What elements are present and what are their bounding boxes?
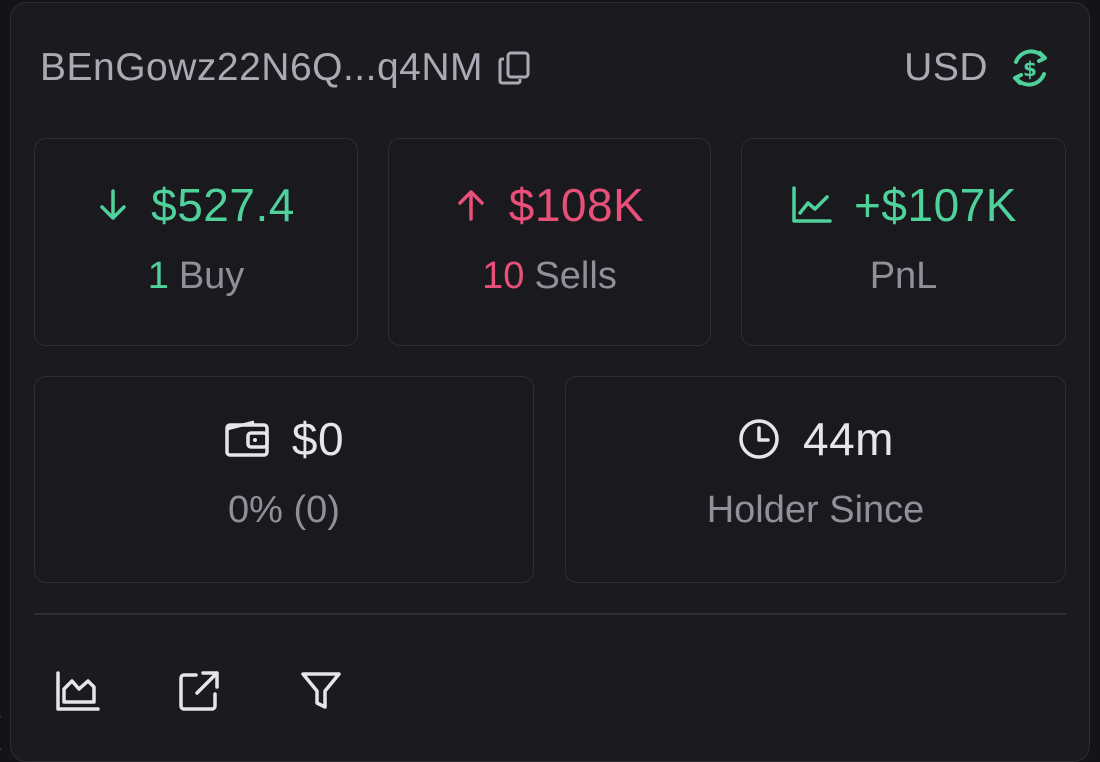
sell-label: Sells (534, 255, 617, 297)
copy-icon[interactable] (497, 50, 531, 86)
filter-icon (299, 669, 343, 713)
background-chart-fragment (0, 716, 9, 750)
currency-swap-icon[interactable]: $ (1006, 44, 1054, 92)
address-group: BEnGowz22N6Q...q4NM (40, 46, 531, 90)
filter-button[interactable] (296, 666, 346, 716)
line-chart-icon (790, 185, 832, 225)
currency-label: USD (904, 46, 988, 89)
pnl-label: PnL (869, 255, 938, 297)
buy-label: Buy (178, 255, 245, 297)
buy-count: 1 (147, 255, 169, 297)
view-chart-button[interactable] (52, 666, 102, 716)
sell-count: 10 (482, 255, 525, 297)
area-chart-icon (54, 669, 100, 713)
arrow-down-icon (97, 187, 129, 223)
clock-icon (737, 417, 781, 461)
wallet-icon (224, 419, 270, 459)
external-link-icon (177, 669, 221, 713)
svg-text:$: $ (1023, 57, 1037, 81)
action-toolbar (52, 666, 346, 716)
buy-card: $527.4 1 Buy (34, 138, 358, 346)
wallet-address[interactable]: BEnGowz22N6Q...q4NM (40, 46, 483, 90)
currency-toggle[interactable]: USD $ (904, 44, 1054, 92)
open-external-button[interactable] (174, 666, 224, 716)
arrow-up-icon (455, 187, 487, 223)
sell-card: $108K 10 Sells (388, 138, 711, 346)
holder-since-card: 44m Holder Since (565, 376, 1066, 583)
balance-value: $0 (291, 413, 345, 465)
popover-header: BEnGowz22N6Q...q4NM USD $ (40, 42, 1054, 94)
balance-detail: 0% (0) (228, 489, 340, 531)
sell-value: $108K (508, 179, 645, 231)
pnl-value: +$107K (854, 179, 1017, 231)
pnl-card: +$107K PnL (741, 138, 1066, 346)
buy-value: $527.4 (151, 179, 295, 231)
holder-since-label: Holder Since (706, 489, 925, 531)
holder-since-value: 44m (803, 413, 894, 465)
divider (34, 613, 1066, 615)
balance-card: $0 0% (0) (34, 376, 534, 583)
